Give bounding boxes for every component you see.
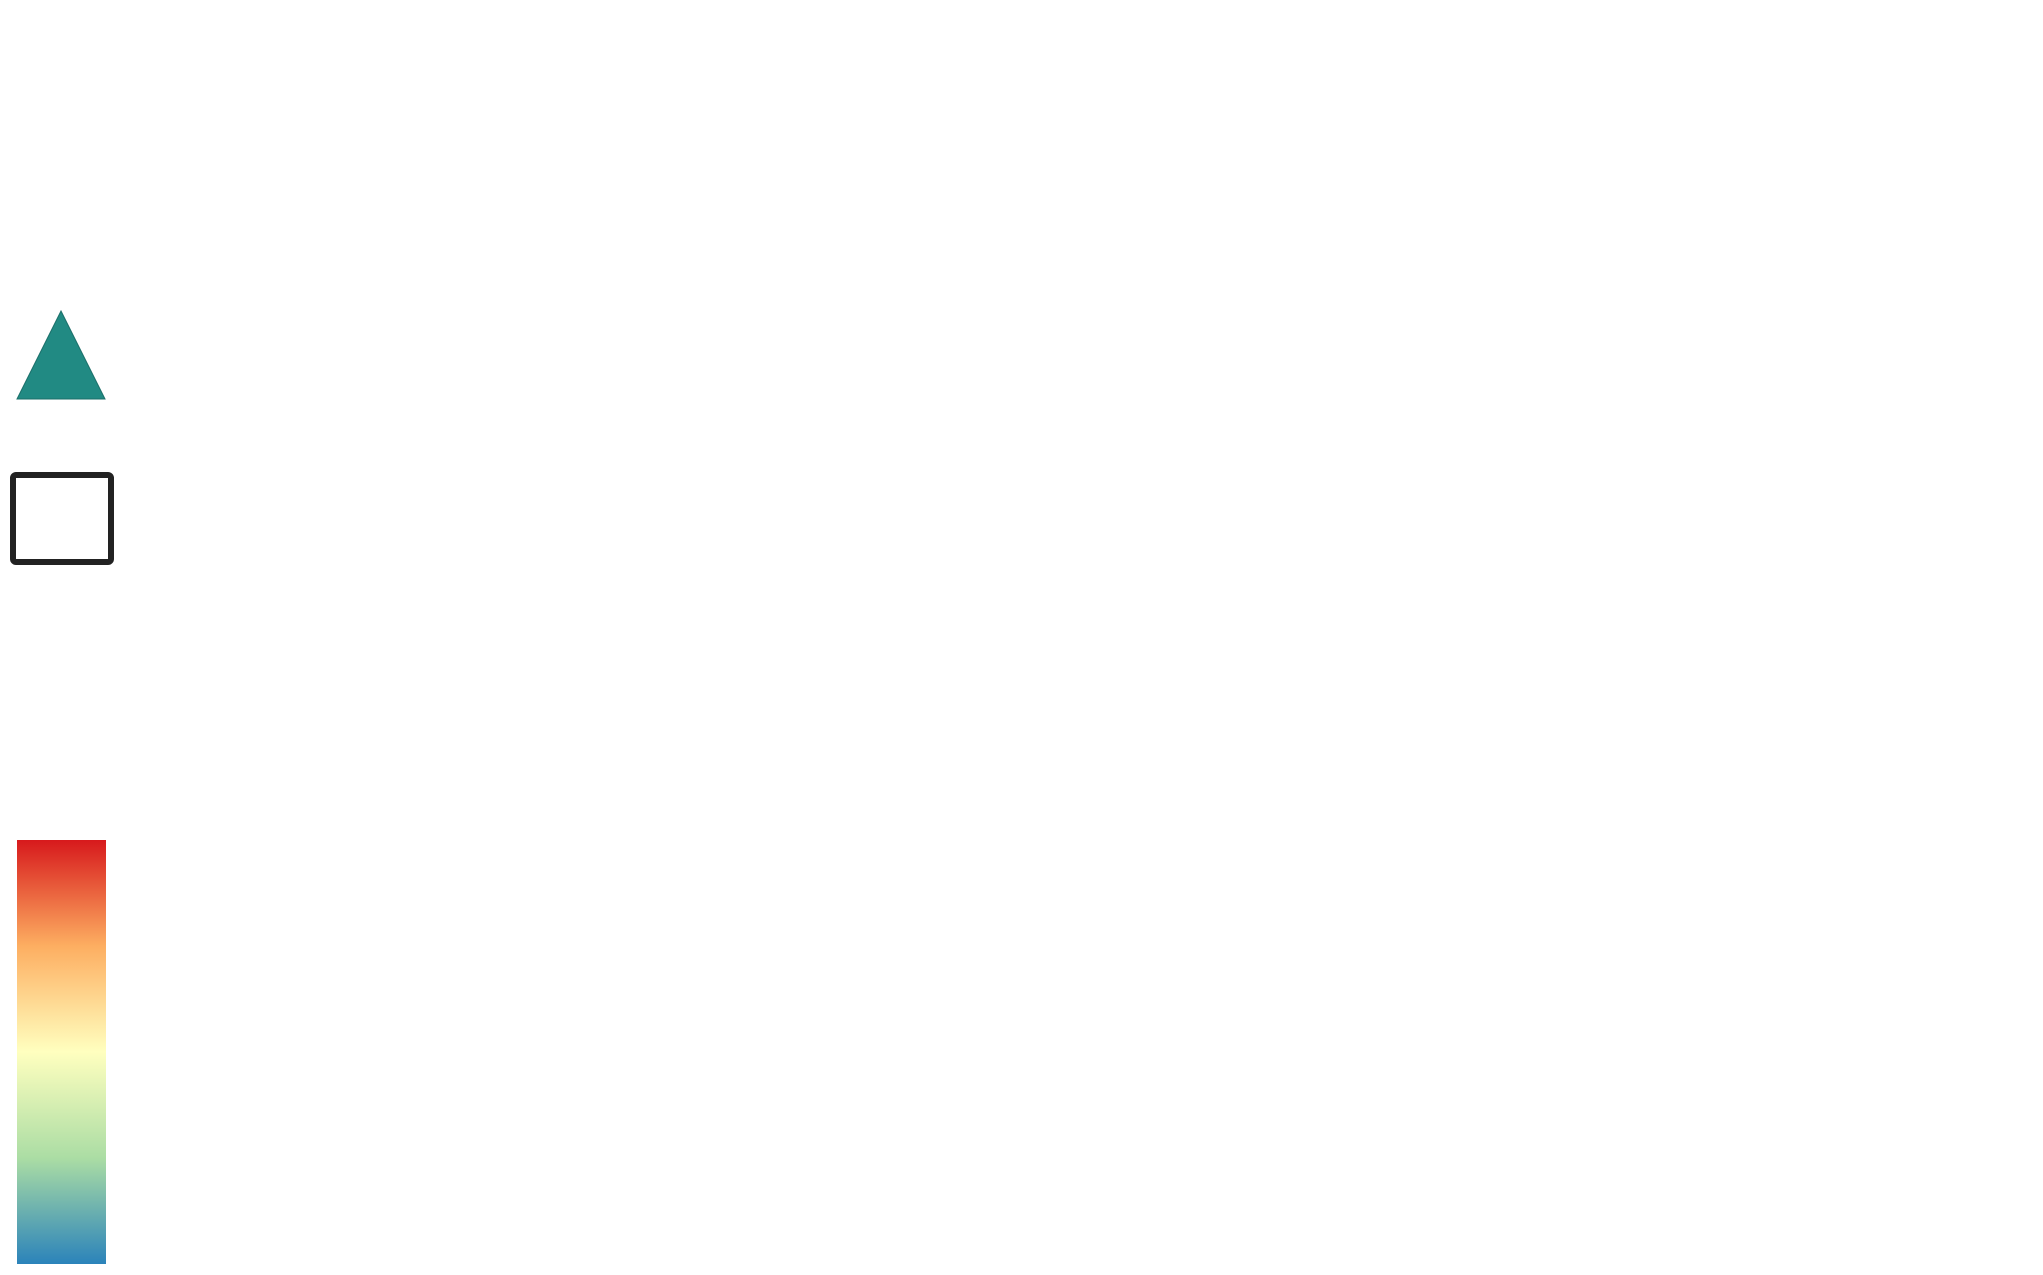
legend-canvas [0, 0, 2043, 1275]
legend-graphics [10, 309, 114, 1264]
triangle-icon [16, 309, 106, 400]
colorbar-gradient [17, 840, 106, 1264]
rectangle-outline-icon [10, 472, 114, 565]
